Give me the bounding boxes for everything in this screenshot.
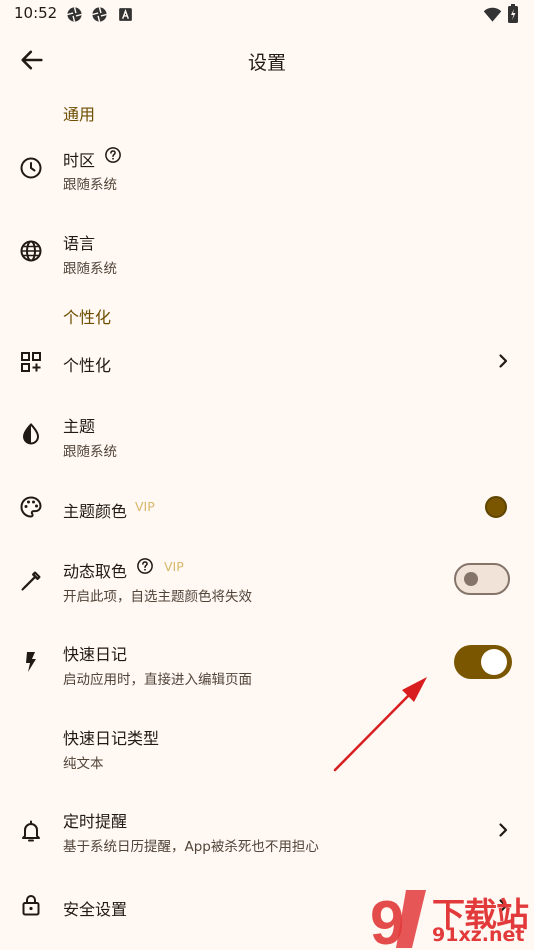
setting-language[interactable]: 语言 跟随系统	[0, 221, 534, 283]
aperture-icon	[92, 7, 107, 22]
setting-label: 快速日记	[63, 645, 128, 664]
setting-label: 定时提醒	[63, 812, 128, 831]
setting-subtitle: 跟随系统	[63, 261, 117, 277]
contrast-icon	[22, 423, 40, 445]
battery-icon	[508, 4, 518, 23]
setting-theme[interactable]: 主题 跟随系统	[0, 404, 534, 466]
globe-icon	[20, 240, 42, 262]
font-a-icon	[119, 8, 132, 21]
status-time: 10:52	[14, 4, 58, 22]
setting-subtitle: 跟随系统	[63, 444, 117, 460]
toggle-knob	[464, 572, 478, 586]
chevron-right-icon	[499, 823, 508, 837]
section-header-general: 通用	[63, 105, 96, 124]
quick-diary-toggle[interactable]	[454, 645, 512, 679]
setting-label: 主题颜色	[63, 502, 128, 521]
setting-subtitle: 纯文本	[63, 756, 104, 772]
setting-subtitle: 启动应用时，直接进入编辑页面	[63, 672, 252, 688]
setting-label: 主题	[63, 417, 96, 436]
chevron-right-icon	[499, 354, 508, 368]
setting-label: 动态取色	[63, 562, 128, 581]
status-bar: 10:52	[0, 0, 534, 28]
setting-dynamic-color[interactable]: 动态取色 VIP 开启此项，自选主题颜色将失效	[0, 549, 534, 611]
wifi-icon	[483, 7, 502, 22]
setting-subtitle: 跟随系统	[63, 177, 117, 193]
setting-quick-diary[interactable]: 快速日记 启动应用时，直接进入编辑页面	[0, 632, 534, 694]
watermark-domain: 91xz.net	[432, 924, 525, 946]
setting-label: 快速日记类型	[63, 729, 160, 748]
setting-theme-color[interactable]: 主题颜色 VIP	[0, 486, 534, 530]
clock-icon	[20, 157, 42, 179]
vip-badge: VIP	[164, 559, 184, 574]
page-title: 设置	[247, 52, 286, 74]
setting-personalize[interactable]: 个性化	[0, 340, 534, 384]
aperture-icon	[67, 7, 82, 22]
setting-label: 安全设置	[63, 900, 128, 919]
help-circle-icon[interactable]	[104, 146, 122, 164]
setting-quick-diary-type[interactable]: 快速日记类型 纯文本	[0, 716, 534, 778]
bell-icon	[22, 820, 40, 842]
setting-label: 时区	[63, 151, 96, 170]
vip-badge: VIP	[135, 499, 155, 514]
toggle-knob	[481, 649, 507, 675]
section-header-personalization: 个性化	[63, 308, 112, 327]
palette-icon	[20, 496, 42, 518]
setting-label: 个性化	[63, 356, 112, 375]
setting-timezone[interactable]: 时区 跟随系统	[0, 138, 534, 200]
eyedropper-icon	[21, 571, 41, 591]
setting-label: 语言	[63, 234, 96, 253]
app-bar: 设置	[0, 38, 534, 82]
flash-icon	[26, 652, 36, 672]
help-circle-icon[interactable]	[136, 557, 154, 575]
setting-subtitle: 开启此项，自选主题颜色将失效	[63, 589, 252, 605]
setting-reminder[interactable]: 定时提醒 基于系统日历提醒，App被杀死也不用担心	[0, 799, 534, 861]
setting-subtitle: 基于系统日历提醒，App被杀死也不用担心	[63, 839, 319, 855]
widgets-icon	[21, 352, 41, 372]
dynamic-color-toggle[interactable]	[454, 563, 510, 595]
theme-color-swatch[interactable]	[485, 496, 507, 518]
lock-icon	[22, 894, 40, 916]
